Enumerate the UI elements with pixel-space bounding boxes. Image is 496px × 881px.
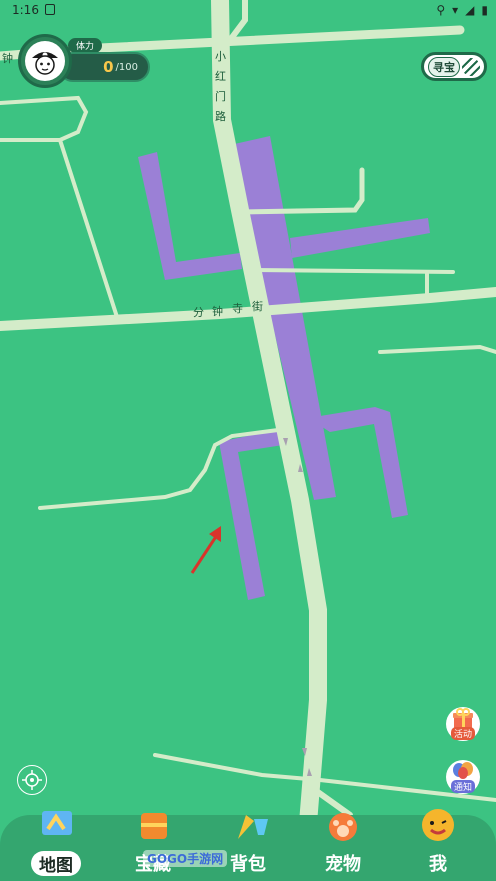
bottom-nav: 地图 宝藏 背包 宠物 我 <box>0 809 496 881</box>
road-label-char: 路 <box>215 110 226 123</box>
nav-item-pet[interactable]: 宠物 <box>303 813 383 881</box>
notice-button[interactable]: 通知 <box>446 760 480 794</box>
nav-label-map: 地图 <box>31 851 81 876</box>
stamina-bar: 0 /100 <box>58 52 150 82</box>
activity-label: 活动 <box>450 727 475 740</box>
road-label-char: 钟 <box>212 304 223 318</box>
nav-label-backpack: 背包 <box>230 854 266 875</box>
treasure-chest-icon <box>141 813 167 839</box>
map-canvas[interactable]: 钟 小 红 门 路 分 钟 寺 街 <box>0 0 496 881</box>
status-time: 1:16 <box>12 3 39 17</box>
edge-road-label: 钟 <box>2 51 13 65</box>
watermark-logo: GOGO手游网 <box>143 850 228 867</box>
nav-label-pet: 宠物 <box>325 854 361 875</box>
stamina-max: /100 <box>115 61 138 73</box>
nav-item-treasure[interactable]: 宝藏 <box>113 813 193 881</box>
nav-item-backpack[interactable]: 背包 <box>208 815 288 881</box>
nav-label-me: 我 <box>429 854 447 875</box>
road-label-char: 红 <box>215 70 226 83</box>
crosshair-icon <box>22 770 42 790</box>
road-label-char: 小 <box>215 50 226 63</box>
wifi-icon: ▾ <box>452 3 459 17</box>
notification-icon <box>45 4 55 15</box>
red-arrow-icon <box>190 526 221 574</box>
stamina-panel[interactable]: 体力 0 /100 <box>18 34 150 90</box>
avatar[interactable] <box>18 34 72 88</box>
smiley-icon <box>422 809 454 841</box>
backpack-icon <box>238 815 268 839</box>
stamina-value: 0 <box>103 58 114 76</box>
status-icons: ⚲ ▾ ◢ ▮ <box>436 3 488 17</box>
locate-button[interactable] <box>17 765 47 795</box>
location-icon: ⚲ <box>436 3 446 17</box>
status-bar: 1:16 ⚲ ▾ ◢ ▮ <box>0 0 496 22</box>
treasure-hunt-label: 寻宝 <box>428 56 460 77</box>
map-icon <box>42 811 72 835</box>
nav-item-me[interactable]: 我 <box>398 809 478 881</box>
toggle-stripe-icon <box>462 57 480 76</box>
stamina-label: 体力 <box>68 38 103 53</box>
signal-icon: ◢ <box>465 3 475 17</box>
activity-button[interactable]: 活动 <box>446 707 480 741</box>
treasure-hunt-toggle[interactable]: 寻宝 <box>421 52 487 81</box>
pirate-avatar-icon <box>25 41 65 81</box>
battery-icon: ▮ <box>481 3 488 17</box>
road-label-char: 街 <box>252 299 263 313</box>
road-label-char: 分 <box>193 306 204 319</box>
notice-label: 通知 <box>450 780 475 793</box>
nav-item-map[interactable]: 地图 <box>16 811 96 881</box>
paw-icon <box>329 813 357 841</box>
road-label-char: 门 <box>215 89 226 103</box>
road-label-char: 寺 <box>232 302 243 315</box>
